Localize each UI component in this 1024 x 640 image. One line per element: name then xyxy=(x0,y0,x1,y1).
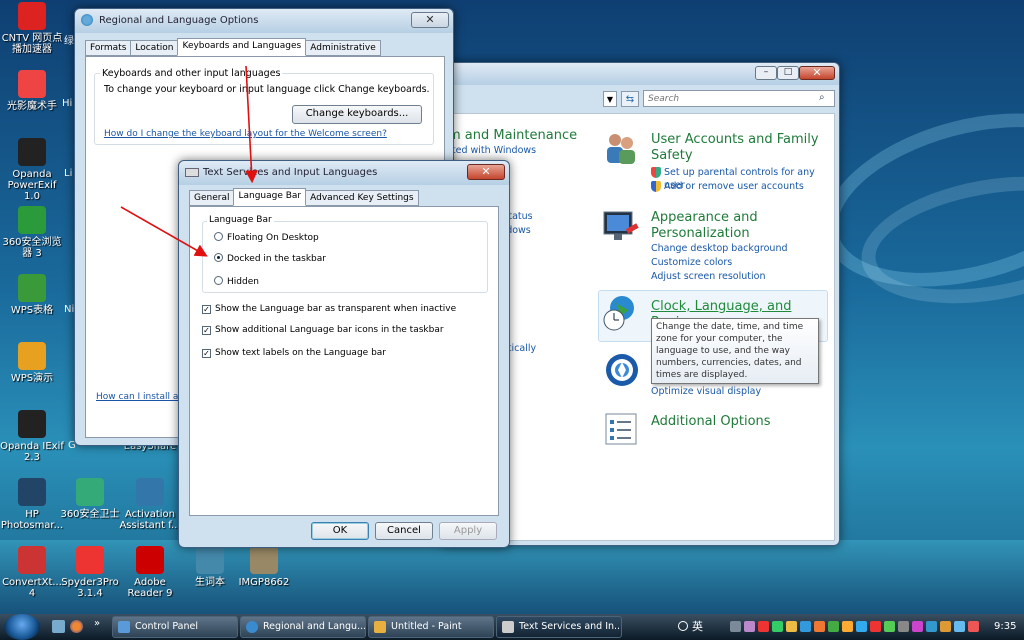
tray-icon[interactable] xyxy=(954,621,965,632)
tray-icon[interactable] xyxy=(842,621,853,632)
tray-icon[interactable] xyxy=(898,621,909,632)
globe-icon xyxy=(246,621,258,633)
taskbar-regional[interactable]: Regional and Langu... xyxy=(240,616,366,638)
language-bar[interactable]: 英 xyxy=(676,618,728,636)
quicklaunch-show-desktop-icon[interactable] xyxy=(52,620,65,633)
system-tray xyxy=(730,619,990,635)
paint-icon xyxy=(374,621,386,633)
taskbar-label: Regional and Langu... xyxy=(263,621,366,632)
taskbar-text-services[interactable]: Text Services and In... xyxy=(496,616,622,638)
ime-icon xyxy=(678,621,688,631)
quicklaunch-firefox-icon[interactable] xyxy=(70,620,83,633)
tray-icon[interactable] xyxy=(884,621,895,632)
annotation-arrows xyxy=(120,65,258,257)
tray-icon[interactable] xyxy=(828,621,839,632)
taskbar-label: Text Services and In... xyxy=(519,621,622,632)
taskbar-label: Control Panel xyxy=(135,621,198,632)
tray-icon[interactable] xyxy=(814,621,825,632)
tray-icon[interactable] xyxy=(758,621,769,632)
taskbar-paint[interactable]: Untitled - Paint xyxy=(368,616,494,638)
quicklaunch-overflow-icon[interactable]: » xyxy=(94,618,100,629)
clock[interactable]: 9:35 xyxy=(994,621,1016,632)
tray-icon[interactable] xyxy=(730,621,741,632)
tray-icon[interactable] xyxy=(926,621,937,632)
tray-icon[interactable] xyxy=(772,621,783,632)
tray-icon[interactable] xyxy=(786,621,797,632)
tray-icon[interactable] xyxy=(744,621,755,632)
tray-icon[interactable] xyxy=(800,621,811,632)
tray-icon[interactable] xyxy=(968,621,979,632)
control-panel-icon xyxy=(118,621,130,633)
taskbar-label: Untitled - Paint xyxy=(391,621,462,632)
arrow-to-language-bar-tab xyxy=(245,65,258,184)
tray-icon[interactable] xyxy=(856,621,867,632)
tray-icon[interactable] xyxy=(912,621,923,632)
language-indicator: 英 xyxy=(692,620,703,633)
taskbar-control-panel[interactable]: Control Panel xyxy=(112,616,238,638)
arrow-to-docked-option xyxy=(120,206,208,257)
tray-icon[interactable] xyxy=(870,621,881,632)
keyboard-icon xyxy=(502,621,514,633)
tray-icon[interactable] xyxy=(940,621,951,632)
start-orb[interactable] xyxy=(4,614,40,640)
